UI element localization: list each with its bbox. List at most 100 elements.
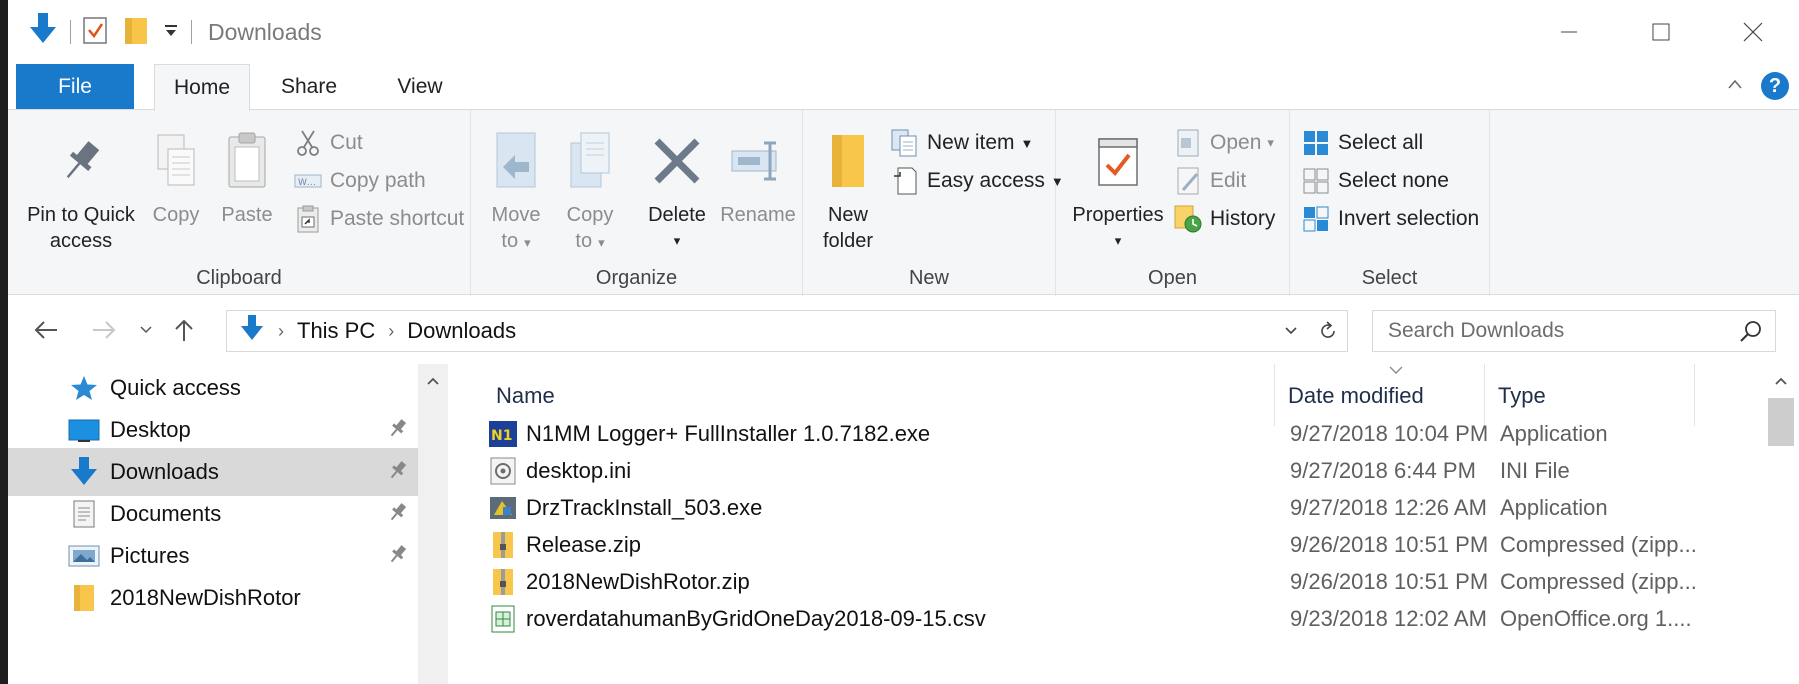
edit-icon <box>1172 165 1204 197</box>
nav-item-downloads[interactable]: Downloads <box>8 448 418 496</box>
delete-button[interactable]: Delete ▾ <box>639 120 715 254</box>
maximize-icon <box>1652 23 1670 41</box>
file-row[interactable]: 2018NewDishRotor.zip 9/26/2018 10:51 PM Co… <box>486 561 1756 603</box>
pin-icon[interactable] <box>388 502 408 528</box>
pin-icon[interactable] <box>388 544 408 570</box>
new-item-button[interactable]: New item ▼ <box>889 125 1033 161</box>
rename-button[interactable]: Rename <box>719 120 797 228</box>
tab-share[interactable]: Share <box>268 64 350 110</box>
invert-selection-button[interactable]: Invert selection <box>1300 201 1479 237</box>
zip-folder-icon <box>486 565 520 599</box>
group-select: Select all Select none Invert selection … <box>1290 110 1490 296</box>
search-input[interactable]: Search Downloads <box>1372 310 1776 352</box>
nav-item-quick-access[interactable]: Quick access <box>8 364 418 412</box>
pictures-icon <box>66 538 102 574</box>
file-type: INI File <box>1500 458 1570 483</box>
nav-item-pictures[interactable]: Pictures <box>8 532 418 580</box>
nav-pane-scrollbar[interactable] <box>418 364 448 684</box>
window-title: Downloads <box>208 18 322 45</box>
nav-label: Quick access <box>110 375 241 400</box>
collapse-ribbon-icon[interactable] <box>1727 77 1743 95</box>
tab-view[interactable]: View <box>380 64 460 110</box>
edit-button[interactable]: Edit <box>1172 163 1246 199</box>
new-folder-button[interactable]: New folder <box>815 120 881 254</box>
maximize-button[interactable] <box>1615 0 1707 64</box>
file-row[interactable]: desktop.ini 9/27/2018 6:44 PM INI File <box>486 450 1756 492</box>
copy-path-button[interactable]: W… Copy path <box>292 163 426 199</box>
new-folder-icon <box>815 120 881 202</box>
up-arrow-icon <box>175 319 193 341</box>
scroll-up-arrow-icon[interactable] <box>418 368 448 394</box>
document-icon <box>66 496 102 532</box>
select-none-button[interactable]: Select none <box>1300 163 1449 199</box>
easy-access-icon <box>889 165 921 197</box>
window-controls <box>1523 0 1799 64</box>
open-label: Open <box>1210 131 1262 154</box>
pin-icon[interactable] <box>388 418 408 444</box>
select-all-button[interactable]: Select all <box>1300 125 1423 161</box>
file-type: Compressed (zipp... <box>1500 569 1697 594</box>
tab-file[interactable]: File <box>16 64 134 110</box>
open-button[interactable]: Open ▾ <box>1172 125 1274 161</box>
copy-button[interactable]: Copy <box>146 120 206 228</box>
nav-label: Desktop <box>110 417 191 442</box>
breadcrumb-chevron-icon: › <box>278 320 284 341</box>
close-button[interactable] <box>1707 0 1799 64</box>
recent-locations-button[interactable] <box>134 310 158 350</box>
new-folder-icon[interactable] <box>123 15 151 50</box>
refresh-button[interactable] <box>1309 311 1347 351</box>
delete-label: Delete <box>648 204 706 226</box>
paste-button[interactable]: Paste <box>214 120 280 228</box>
paste-shortcut-button[interactable]: Paste shortcut <box>292 201 464 237</box>
move-to-icon <box>483 120 549 202</box>
easy-access-button[interactable]: Easy access ▼ <box>889 163 1064 199</box>
copy-to-button[interactable]: Copy to ▾ <box>557 120 623 256</box>
breadcrumb-downloads[interactable]: Downloads <box>407 318 516 344</box>
tab-home[interactable]: Home <box>154 64 250 111</box>
chevron-down-icon <box>1285 327 1297 335</box>
group-clipboard: Pin to Quick access Copy Paste Cut W… Co… <box>8 110 471 296</box>
rename-icon <box>719 120 797 202</box>
properties-check-icon[interactable] <box>83 15 109 50</box>
nav-item-documents[interactable]: Documents <box>8 490 418 538</box>
download-arrow-icon[interactable] <box>28 12 58 52</box>
address-row: › This PC › Downloads Search Downloads <box>8 296 1799 364</box>
help-icon[interactable]: ? <box>1761 72 1789 100</box>
open-icon <box>1172 127 1204 159</box>
group-open: Properties ▾ Open ▾ Edit History Open <box>1056 110 1290 296</box>
move-to-button[interactable]: Move to ▾ <box>483 120 549 256</box>
minimize-button[interactable] <box>1523 0 1615 64</box>
up-button[interactable] <box>166 310 202 350</box>
scrollbar-thumb[interactable] <box>1768 398 1794 446</box>
pin-label-line1: Pin to Quick <box>27 204 135 226</box>
group-organize: Move to ▾ Copy to ▾ Delete ▾ Rename Orga… <box>471 110 803 296</box>
properties-button[interactable]: Properties ▾ <box>1068 120 1168 254</box>
breadcrumb-this-pc[interactable]: This PC <box>297 318 375 344</box>
nav-item-2018newdishrotor[interactable]: 2018NewDishRotor <box>8 574 418 622</box>
nav-label: Pictures <box>110 543 190 568</box>
search-icon[interactable] <box>1739 319 1763 349</box>
file-row[interactable]: Release.zip 9/26/2018 10:51 PM Compressed … <box>486 524 1756 566</box>
scroll-up-arrow-icon[interactable] <box>1762 368 1799 394</box>
cut-button[interactable]: Cut <box>292 125 363 161</box>
nav-item-desktop[interactable]: Desktop <box>8 406 418 454</box>
file-row[interactable]: N1 N1MM Logger+ FullInstaller 1.0.7182.ex… <box>486 413 1756 455</box>
title-bar: Downloads <box>8 0 1799 64</box>
file-date: 9/23/2018 12:02 AM <box>1290 606 1487 631</box>
file-list-scrollbar[interactable] <box>1762 364 1799 684</box>
address-bar[interactable]: › This PC › Downloads <box>226 310 1348 352</box>
paste-label: Paste <box>221 204 273 226</box>
ribbon-tabs: File Home Share View ? <box>8 64 1799 111</box>
pin-to-quick-access-button[interactable]: Pin to Quick access <box>18 120 144 254</box>
file-row[interactable]: roverdatahumanByGridOneDay2018-09-15.csv… <box>486 598 1756 640</box>
history-button[interactable]: History <box>1172 201 1275 237</box>
back-button[interactable] <box>28 310 64 350</box>
pin-icon[interactable] <box>388 460 408 486</box>
forward-button[interactable] <box>86 310 122 350</box>
file-row[interactable]: DrzTrackInstall_503.exe 9/27/2018 12:26 A… <box>486 487 1756 529</box>
address-history-button[interactable] <box>1273 311 1309 351</box>
copy-path-label: Copy path <box>330 169 426 192</box>
file-type: Compressed (zipp... <box>1500 532 1697 557</box>
easy-access-label: Easy access <box>927 169 1045 192</box>
customize-qat-icon[interactable] <box>163 22 179 43</box>
